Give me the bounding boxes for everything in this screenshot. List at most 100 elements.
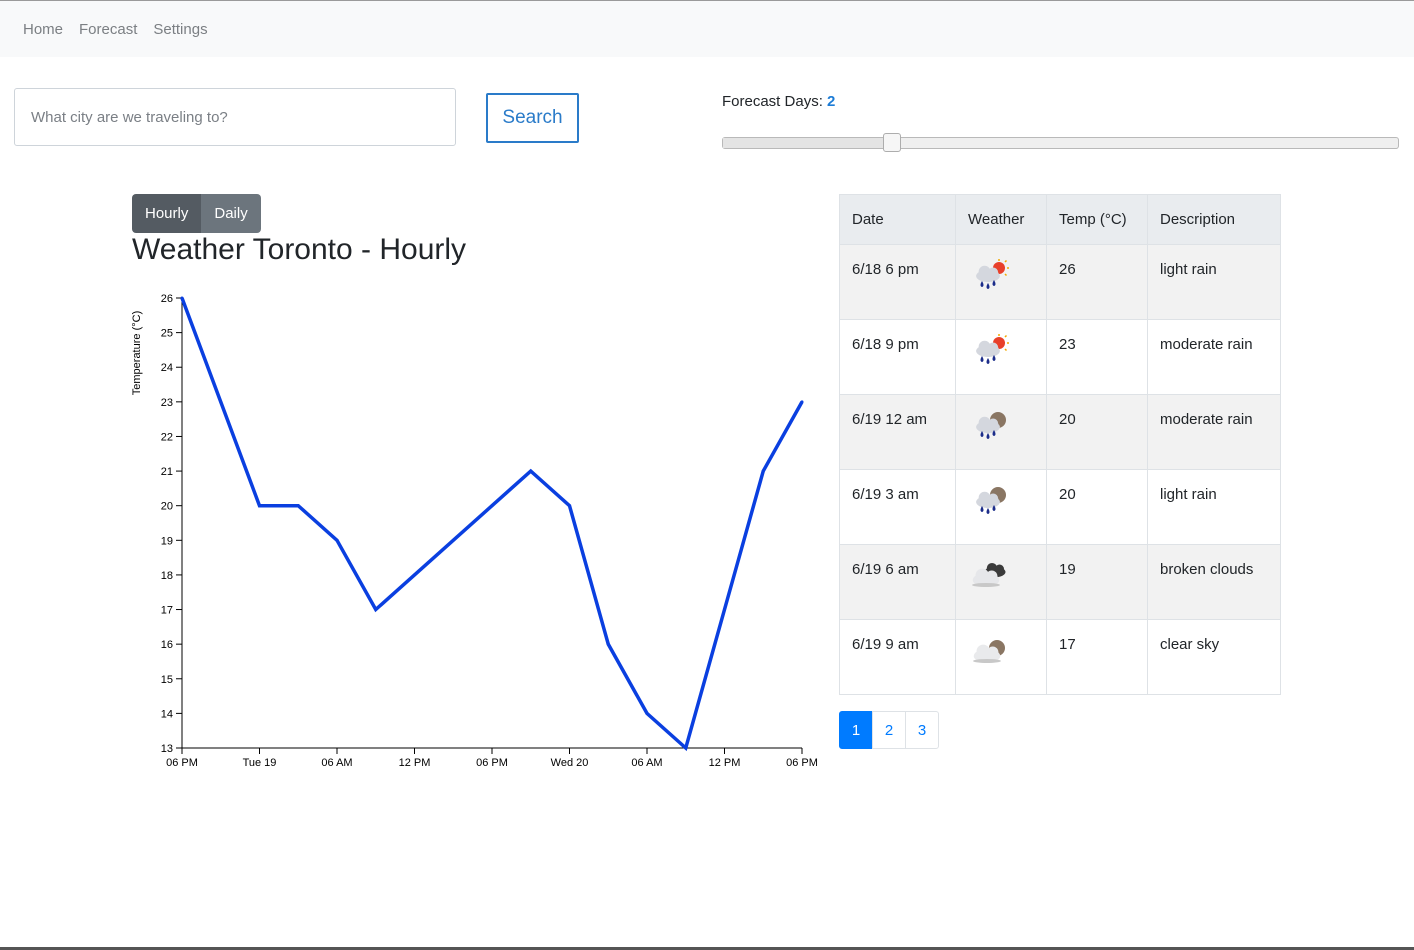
table-header-row: Date Weather Temp (°C) Description [839, 194, 1281, 245]
cell-date: 6/19 9 am [839, 619, 956, 695]
nav-settings[interactable]: Settings [153, 21, 207, 38]
page-3[interactable]: 3 [905, 711, 939, 749]
table-row: 6/19 6 am 19 broken clouds [839, 544, 1281, 620]
y-tick-label: 17 [161, 605, 173, 617]
x-tick-label: 12 PM [709, 757, 741, 769]
data-point [335, 538, 339, 542]
cell-weather [955, 469, 1047, 545]
cell-temp: 19 [1046, 544, 1148, 620]
cell-weather [955, 619, 1047, 695]
y-tick-label: 21 [161, 466, 173, 478]
view-toggle: Hourly Daily [132, 194, 261, 233]
header-weather: Weather [955, 194, 1047, 245]
rain-moon-icon [968, 409, 1034, 447]
daily-button[interactable]: Daily [201, 194, 261, 233]
y-tick-label: 18 [161, 570, 173, 582]
data-point [296, 504, 300, 508]
hourly-button[interactable]: Hourly [132, 194, 202, 233]
data-point [374, 608, 378, 612]
cell-weather [955, 319, 1047, 395]
y-tick-label: 23 [161, 397, 173, 409]
cell-weather [955, 394, 1047, 470]
cell-description: moderate rain [1147, 394, 1281, 470]
data-point [645, 711, 649, 715]
search-button[interactable]: Search [486, 93, 579, 143]
forecast-days-value: 2 [827, 93, 836, 110]
chart-title: Weather Toronto - Hourly [132, 233, 467, 266]
x-tick-label: 12 PM [399, 757, 431, 769]
header-temp: Temp (°C) [1046, 194, 1148, 245]
table-row: 6/19 12 am 20 moderate rain [839, 394, 1281, 470]
cell-temp: 20 [1046, 394, 1148, 470]
y-tick-label: 19 [161, 535, 173, 547]
cell-description: moderate rain [1147, 319, 1281, 395]
data-point [451, 538, 455, 542]
cell-temp: 20 [1046, 469, 1148, 545]
pagination: 1 2 3 [839, 711, 939, 749]
nav-forecast[interactable]: Forecast [79, 21, 137, 38]
x-tick-label: Wed 20 [551, 757, 589, 769]
page-2[interactable]: 2 [872, 711, 906, 749]
table-row: 6/18 9 pm 23 moderate rain [839, 319, 1281, 395]
temperature-chart: 13 14 15 16 17 18 19 20 21 22 23 24 25 26 06 PM Tue 19 0… [131, 293, 818, 769]
y-tick-label: 20 [161, 501, 173, 513]
clear-night-icon [968, 634, 1034, 672]
y-tick-label: 16 [161, 639, 173, 651]
data-point [800, 400, 804, 404]
slider-handle[interactable] [882, 133, 901, 152]
cell-date: 6/19 3 am [839, 469, 956, 545]
x-tick-label: 06 AM [321, 757, 352, 769]
slider-fill [723, 138, 892, 148]
rain-moon-icon [968, 484, 1034, 522]
forecast-days-text: Forecast Days: [722, 93, 828, 110]
nav-home[interactable]: Home [23, 21, 63, 38]
data-point [606, 642, 610, 646]
y-tick-label: 26 [161, 293, 173, 305]
navbar: Home Forecast Settings [0, 1, 1414, 57]
y-tick-label: 13 [161, 743, 173, 755]
x-tick-label: 06 PM [166, 757, 198, 769]
cell-description: clear sky [1147, 619, 1281, 695]
forecast-days-slider[interactable] [722, 133, 1399, 152]
cell-date: 6/18 6 pm [839, 244, 956, 320]
data-point [723, 608, 726, 612]
table-row: 6/19 3 am 20 light rain [839, 469, 1281, 545]
forecast-days-label: Forecast Days: 2 [722, 93, 835, 110]
cell-date: 6/19 12 am [839, 394, 956, 470]
data-point [684, 746, 688, 750]
table-row: 6/19 9 am 17 clear sky [839, 619, 1281, 695]
data-point [568, 504, 571, 508]
page-1[interactable]: 1 [839, 711, 873, 749]
cell-weather [955, 244, 1047, 320]
data-point [761, 469, 765, 473]
temperature-series-line [180, 297, 804, 752]
data-point [258, 504, 261, 508]
broken-clouds-icon [968, 559, 1034, 597]
cell-weather [955, 544, 1047, 620]
cell-date: 6/18 9 pm [839, 319, 956, 395]
y-axis-label: Temperature (°C) [131, 311, 143, 395]
city-search-input[interactable] [14, 88, 456, 146]
data-point [490, 504, 494, 508]
cell-description: light rain [1147, 469, 1281, 545]
data-point [529, 469, 533, 473]
data-point [219, 400, 223, 404]
weather-table: Date Weather Temp (°C) Description 6/18 … [839, 194, 1281, 695]
y-tick-label: 22 [161, 431, 173, 443]
cell-temp: 17 [1046, 619, 1148, 695]
y-tick-label: 15 [161, 674, 173, 686]
x-tick-label: Tue 19 [243, 757, 277, 769]
x-tick-label: 06 AM [631, 757, 662, 769]
cell-description: broken clouds [1147, 544, 1281, 620]
header-description: Description [1147, 194, 1281, 245]
cell-temp: 23 [1046, 319, 1148, 395]
cell-description: light rain [1147, 244, 1281, 320]
y-tick-label: 24 [161, 362, 173, 374]
table-row: 6/18 6 pm 26 light rain [839, 244, 1281, 320]
rain-sun-icon [968, 334, 1034, 372]
data-point [413, 573, 416, 577]
x-tick-label: 06 PM [476, 757, 508, 769]
cell-date: 6/19 6 am [839, 544, 956, 620]
y-tick-label: 25 [161, 328, 173, 340]
data-point [180, 296, 184, 300]
